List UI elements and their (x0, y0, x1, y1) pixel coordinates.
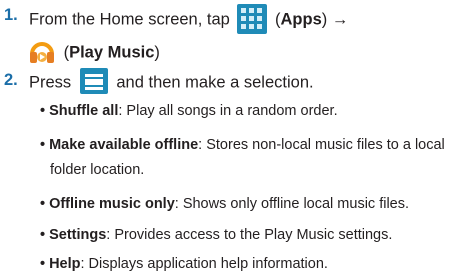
option-make-available-offline: • Make available offline: Stores non-loca… (40, 137, 445, 153)
option-desc: : Play all songs in a random order. (118, 103, 338, 119)
menu-key-icon (79, 68, 108, 94)
option-term: Shuffle all (49, 103, 119, 119)
option-desc: : Displays application help information. (80, 256, 328, 272)
option-desc: : Shows only offline local music files. (174, 196, 410, 212)
option-desc: : Provides access to the Play Music sett… (106, 227, 393, 243)
option-offline-music-only: • Offline music only: Shows only offline … (40, 196, 410, 212)
play-music-label: Play Music (69, 43, 155, 62)
step-1-line-2: (Play Music) (29, 38, 160, 68)
option-help: • Help: Displays application help informa… (40, 256, 328, 272)
option-term: Settings (49, 227, 107, 243)
step-text: Press (29, 73, 72, 92)
arrow-icon: → (331, 10, 349, 29)
play-music-headphones-icon (30, 42, 54, 63)
option-term: Help (49, 256, 81, 272)
option-settings: • Settings: Provides access to the Play M… (40, 227, 393, 243)
apps-label: Apps (280, 10, 322, 29)
step-text: From the Home screen, tap (29, 10, 230, 29)
step-number: 2. (4, 71, 18, 89)
apps-grid-icon (237, 4, 268, 34)
option-term: Make available offline (49, 137, 199, 153)
step-text-cont: and then make a selection. (116, 73, 314, 92)
option-desc: : Stores non-local music files to a loca… (198, 137, 445, 153)
option-term: Offline music only (49, 196, 175, 212)
option-desc-continued: folder location. (50, 162, 145, 178)
option-shuffle-all: • Shuffle all: Play all songs in a random… (40, 103, 338, 119)
step-number: 1. (4, 6, 18, 24)
